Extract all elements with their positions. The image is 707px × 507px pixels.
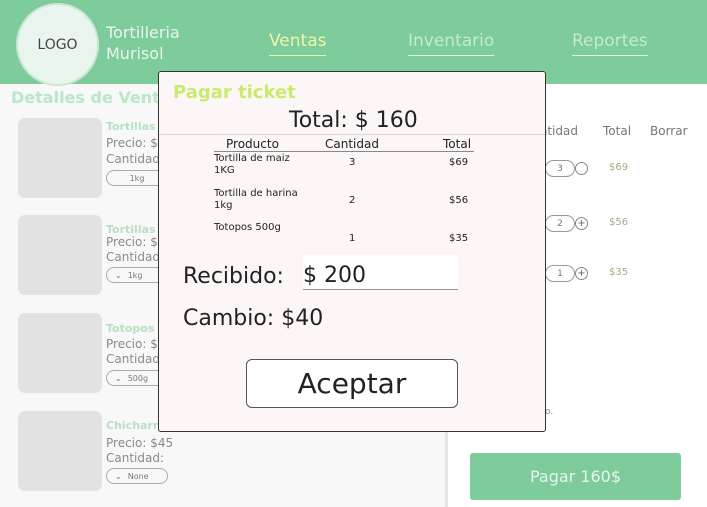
plus-icon-label: + xyxy=(577,268,586,279)
quantity-select-value: 1kg xyxy=(129,173,145,183)
chevron-down-icon: ⌄ xyxy=(115,373,122,383)
logo-text: LOGO xyxy=(37,36,78,53)
nav-inventario-label: Inventario xyxy=(408,31,495,51)
stepper-value: 3 xyxy=(557,163,563,174)
pay-ticket-modal: Pagar ticket Total: $ 160 Producto Canti… xyxy=(158,71,546,432)
product-image xyxy=(18,215,102,295)
quantity-select-value: 500g xyxy=(127,373,149,383)
recibido-input[interactable] xyxy=(303,255,458,290)
product-qty-label: Cantidad: xyxy=(106,250,165,264)
quantity-stepper[interactable]: 2 xyxy=(545,215,575,232)
nav-reportes-label: Reportes xyxy=(572,31,648,51)
stepper-button[interactable] xyxy=(575,162,588,175)
product-image xyxy=(18,411,102,491)
cart-header-delete: Borrar xyxy=(650,124,688,138)
modal-title: Pagar ticket xyxy=(173,82,296,103)
ticket-row-product: Tortilla de harina 1kg xyxy=(214,188,298,211)
plus-icon-label: + xyxy=(577,218,586,229)
product-price: Precio: $45 xyxy=(106,436,174,450)
product-image xyxy=(18,313,102,393)
product-image xyxy=(18,118,102,198)
stepper-value: 2 xyxy=(557,218,563,229)
cambio-text: Cambio: $40 xyxy=(183,306,324,331)
cart-row-total: $69 xyxy=(609,162,629,173)
divider xyxy=(159,134,545,135)
product-qty-label: Cantidad: xyxy=(106,451,165,465)
ticket-row-total: $56 xyxy=(449,195,469,206)
cart-row: 2 + $56 xyxy=(545,215,675,233)
pay-button[interactable]: Pagar 160$ xyxy=(470,453,681,500)
ticket-header-product: Producto xyxy=(226,137,279,151)
quantity-stepper[interactable]: 1 xyxy=(545,265,575,282)
cart-row-total: $35 xyxy=(609,267,629,278)
accept-button-label: Aceptar xyxy=(297,367,407,400)
product-qty-label: Cantidad: xyxy=(106,152,165,166)
ticket-row-qty: 3 xyxy=(349,157,356,168)
ticket-row-total: $69 xyxy=(449,157,469,168)
cart-row: 1 + $35 xyxy=(545,265,675,283)
ticket-row-qty: 1 xyxy=(349,233,356,244)
plus-icon[interactable]: + xyxy=(575,267,588,280)
ticket-row-product: Tortilla de maiz 1KG xyxy=(214,153,290,176)
pay-button-label: Pagar 160$ xyxy=(529,467,622,486)
cart-row-total: $56 xyxy=(609,217,629,228)
accept-button[interactable]: Aceptar xyxy=(246,359,458,408)
plus-icon[interactable]: + xyxy=(575,217,588,230)
chevron-down-icon: ⌄ xyxy=(115,270,122,280)
product-qty-label: Cantidad: xyxy=(106,352,165,366)
nav-underline xyxy=(408,55,495,56)
nav-ventas[interactable]: Ventas xyxy=(269,31,327,56)
modal-total: Total: $ 160 xyxy=(289,108,418,133)
quantity-stepper[interactable]: 3 xyxy=(545,160,575,177)
nav-ventas-label: Ventas xyxy=(269,31,327,51)
nav-underline xyxy=(269,55,327,56)
ticket-row-product: Totopos 500g xyxy=(214,222,281,233)
cart-note: o. xyxy=(545,407,554,417)
ticket-header-total: Total xyxy=(443,137,472,151)
cart-header-total: Total xyxy=(603,124,632,138)
ticket-header-qty: Cantidad xyxy=(325,137,379,151)
nav-inventario[interactable]: Inventario xyxy=(408,31,495,56)
brand-line-2: Murisol xyxy=(106,44,164,63)
chevron-down-icon: ⌄ xyxy=(115,471,122,481)
logo[interactable]: LOGO xyxy=(16,3,99,86)
cart-row: 3 $69 xyxy=(545,160,675,178)
brand-line-1: Tortilleria xyxy=(106,23,180,42)
divider xyxy=(214,151,474,152)
ticket-row-qty: 2 xyxy=(349,195,356,206)
quantity-select-value: None xyxy=(127,471,149,481)
nav-reportes[interactable]: Reportes xyxy=(572,31,648,56)
quantity-select-value: 1kg xyxy=(127,270,143,280)
recibido-label: Recibido: xyxy=(183,264,284,289)
ticket-row-total: $35 xyxy=(449,233,469,244)
stepper-value: 1 xyxy=(557,268,563,279)
section-title: Detalles de Venta xyxy=(11,88,171,107)
product-name: Totopos xyxy=(106,322,155,335)
brand-name: Tortilleria Murisol xyxy=(106,22,180,64)
quantity-select[interactable]: ⌄ None xyxy=(106,468,168,484)
nav-underline xyxy=(572,55,648,56)
